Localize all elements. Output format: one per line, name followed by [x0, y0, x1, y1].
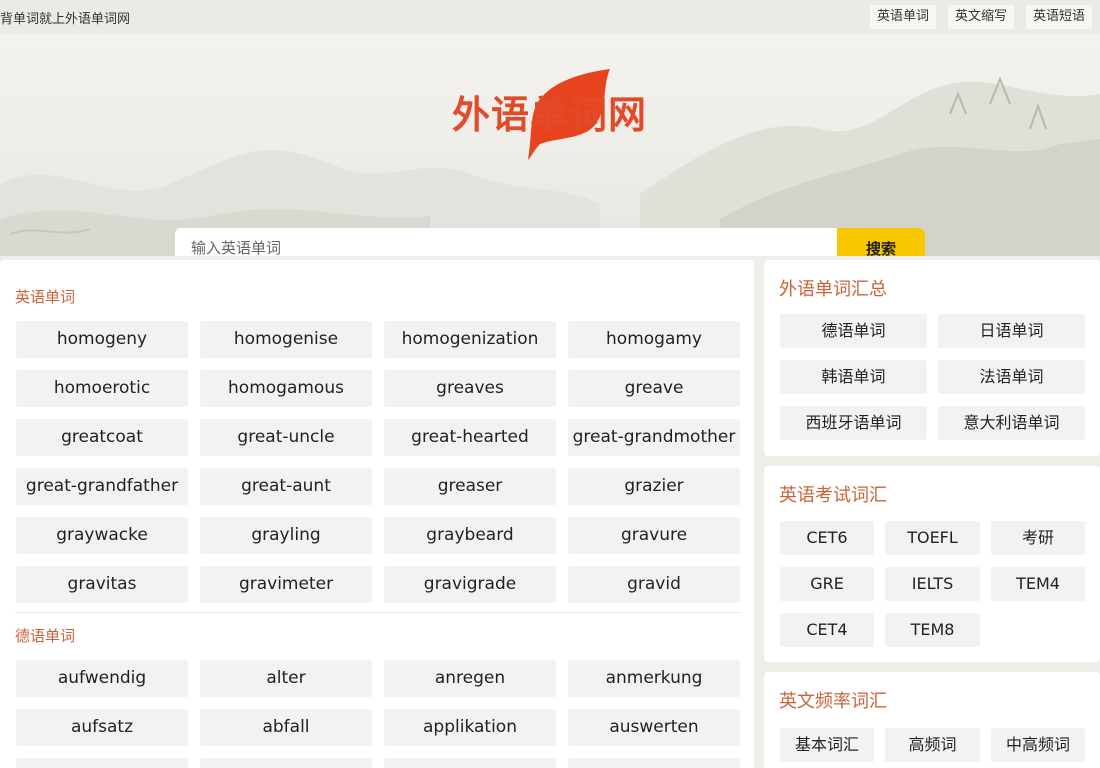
- word-link[interactable]: homogamy: [568, 321, 740, 358]
- exam-link[interactable]: TOEFL: [885, 521, 980, 555]
- exam-link[interactable]: GRE: [780, 567, 874, 601]
- site-slogan: 背单词就上外语单词网: [0, 12, 131, 27]
- foreign-language-link[interactable]: 西班牙语单词: [780, 406, 927, 440]
- word-link[interactable]: homogenization: [384, 321, 556, 358]
- top-nav: 英语单词 英文缩写 英语短语: [869, 5, 1092, 29]
- foreign-words-grid: 德语单词 日语单词 韩语单词 法语单词 西班牙语单词 意大利语单词: [780, 314, 1085, 440]
- german-word-grid: aufwendig alter anregen anmerkung aufsat…: [16, 660, 740, 768]
- word-link[interactable]: anmerkung: [568, 660, 740, 697]
- frequency-vocab-grid: 基本词汇 高频词 中高频词: [780, 728, 1085, 762]
- foreign-language-link[interactable]: 法语单词: [938, 360, 1085, 394]
- search-input[interactable]: [175, 228, 837, 256]
- word-link[interactable]: auswerten: [568, 709, 740, 746]
- word-link[interactable]: gravitas: [16, 566, 188, 603]
- german-words-heading: 德语单词: [15, 627, 76, 645]
- exam-link[interactable]: IELTS: [885, 567, 980, 601]
- exam-link[interactable]: CET6: [780, 521, 874, 555]
- frequency-link[interactable]: 基本词汇: [780, 728, 874, 762]
- search-bar: 搜索: [175, 228, 925, 256]
- frequency-vocab-heading: 英文频率词汇: [779, 691, 887, 712]
- foreign-words-panel: 外语单词汇总 德语单词 日语单词 韩语单词 法语单词 西班牙语单词 意大利语单词: [764, 260, 1100, 456]
- foreign-language-link[interactable]: 日语单词: [938, 314, 1085, 348]
- word-link-partial[interactable]: [16, 758, 188, 768]
- word-link[interactable]: aufsatz: [16, 709, 188, 746]
- exam-link[interactable]: TEM4: [991, 567, 1085, 601]
- word-link[interactable]: homogeny: [16, 321, 188, 358]
- exam-link[interactable]: TEM8: [885, 613, 980, 647]
- section-divider: [15, 612, 740, 613]
- word-link-partial[interactable]: [568, 758, 740, 768]
- word-link[interactable]: gravigrade: [384, 566, 556, 603]
- word-link[interactable]: gravid: [568, 566, 740, 603]
- word-link[interactable]: aufwendig: [16, 660, 188, 697]
- foreign-language-link[interactable]: 德语单词: [780, 314, 927, 348]
- word-link-partial[interactable]: [384, 758, 556, 768]
- word-link[interactable]: grazier: [568, 468, 740, 505]
- nav-english-words[interactable]: 英语单词: [869, 5, 936, 29]
- word-link[interactable]: graybeard: [384, 517, 556, 554]
- foreign-words-heading: 外语单词汇总: [779, 279, 887, 300]
- top-bar: 背单词就上外语单词网 英语单词 英文缩写 英语短语: [0, 0, 1100, 34]
- exam-vocab-panel: 英语考试词汇 CET6 TOEFL 考研 GRE IELTS TEM4 CET4…: [764, 466, 1100, 662]
- main-content-panel: 英语单词 homogeny homogenise homogenization …: [0, 260, 754, 768]
- word-link[interactable]: great-grandmother: [568, 419, 740, 456]
- frequency-link[interactable]: 高频词: [885, 728, 980, 762]
- word-link[interactable]: gravimeter: [200, 566, 372, 603]
- word-link[interactable]: greave: [568, 370, 740, 407]
- word-link[interactable]: gravure: [568, 517, 740, 554]
- exam-link[interactable]: 考研: [991, 521, 1085, 555]
- frequency-vocab-panel: 英文频率词汇 基本词汇 高频词 中高频词: [764, 672, 1100, 768]
- word-link[interactable]: homogamous: [200, 370, 372, 407]
- foreign-language-link[interactable]: 韩语单词: [780, 360, 927, 394]
- word-link[interactable]: great-aunt: [200, 468, 372, 505]
- search-button[interactable]: 搜索: [837, 228, 925, 256]
- word-link[interactable]: applikation: [384, 709, 556, 746]
- english-word-grid: homogeny homogenise homogenization homog…: [16, 321, 740, 603]
- word-link[interactable]: homogenise: [200, 321, 372, 358]
- word-link[interactable]: greatcoat: [16, 419, 188, 456]
- word-link[interactable]: homoerotic: [16, 370, 188, 407]
- word-link[interactable]: greaves: [384, 370, 556, 407]
- word-link[interactable]: greaser: [384, 468, 556, 505]
- foreign-language-link[interactable]: 意大利语单词: [938, 406, 1085, 440]
- word-link[interactable]: great-grandfather: [16, 468, 188, 505]
- site-logo[interactable]: 外语单词网: [452, 64, 662, 164]
- word-link[interactable]: graywacke: [16, 517, 188, 554]
- nav-english-abbreviations[interactable]: 英文缩写: [947, 5, 1014, 29]
- nav-english-phrases[interactable]: 英语短语: [1025, 5, 1092, 29]
- word-link[interactable]: grayling: [200, 517, 372, 554]
- english-words-heading: 英语单词: [15, 288, 76, 306]
- exam-vocab-heading: 英语考试词汇: [779, 485, 887, 506]
- hero-banner: 外语单词网 搜索: [0, 34, 1100, 256]
- word-link[interactable]: great-hearted: [384, 419, 556, 456]
- word-link[interactable]: alter: [200, 660, 372, 697]
- word-link-partial[interactable]: [200, 758, 372, 768]
- word-link[interactable]: abfall: [200, 709, 372, 746]
- word-link[interactable]: anregen: [384, 660, 556, 697]
- frequency-link[interactable]: 中高频词: [991, 728, 1085, 762]
- word-link[interactable]: great-uncle: [200, 419, 372, 456]
- exam-vocab-grid: CET6 TOEFL 考研 GRE IELTS TEM4 CET4 TEM8: [780, 521, 1085, 647]
- logo-text: 外语单词网: [452, 93, 648, 137]
- exam-link[interactable]: CET4: [780, 613, 874, 647]
